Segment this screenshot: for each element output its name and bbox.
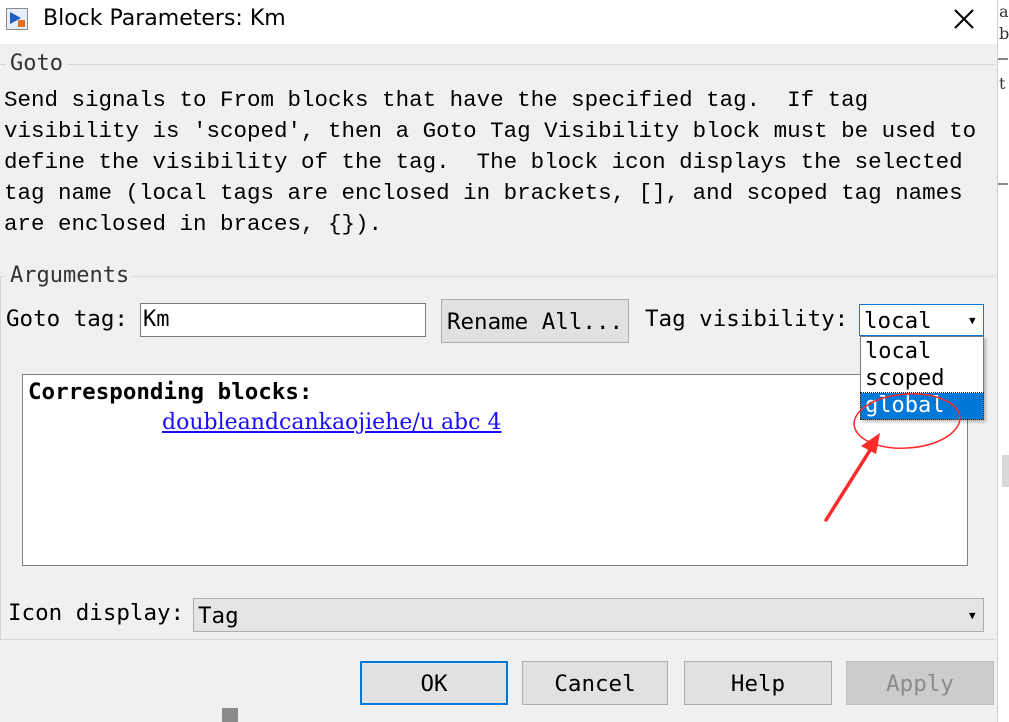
chevron-down-icon[interactable]: ▼	[969, 314, 976, 327]
background-text-fragment: a	[999, 2, 1009, 21]
corresponding-block-link[interactable]: doubleandcankaojiehe/u abc 4	[162, 410, 501, 435]
block-description: Send signals to From blocks that have th…	[4, 87, 977, 237]
help-button[interactable]: Help	[684, 661, 832, 705]
tag-visibility-select[interactable]: local	[859, 304, 984, 336]
icon-display-select[interactable]: Tag	[193, 598, 984, 632]
chevron-down-icon[interactable]: ▼	[969, 609, 976, 622]
window-title: Block Parameters: Km	[43, 6, 286, 31]
corresponding-blocks-box: Corresponding blocks: doubleandcankaojie…	[22, 374, 968, 566]
icon-display-value: Tag	[198, 603, 239, 629]
corresponding-blocks-title: Corresponding blocks:	[28, 379, 313, 405]
title-bar: Block Parameters: Km	[0, 0, 997, 44]
arguments-section-title: Arguments	[6, 263, 134, 288]
background-text-fragment: b	[999, 24, 1009, 43]
close-icon[interactable]	[946, 4, 982, 36]
background-scroll-thumb	[1002, 455, 1009, 487]
background-text-fragment: t	[999, 74, 1006, 93]
tag-visibility-dropdown: local scoped global	[860, 336, 984, 420]
goto-frame-line	[0, 64, 994, 65]
background-marker	[998, 58, 1008, 60]
goto-tag-label: Goto tag:	[6, 306, 128, 332]
cancel-button[interactable]: Cancel	[522, 661, 668, 705]
tag-visibility-value: local	[864, 308, 932, 334]
background-scrollbar-fragment	[222, 708, 238, 722]
ok-button[interactable]: OK	[360, 661, 508, 705]
background-marker	[998, 183, 1008, 185]
goto-section-title: Goto	[6, 51, 67, 76]
simulink-block-icon	[6, 8, 28, 30]
dropdown-option-local[interactable]: local	[861, 339, 983, 365]
dropdown-option-global[interactable]: global	[860, 392, 984, 420]
background-window-strip	[997, 0, 1009, 722]
goto-tag-input[interactable]: Km	[140, 303, 426, 337]
apply-button[interactable]: Apply	[846, 661, 994, 705]
rename-all-button[interactable]: Rename All...	[441, 299, 629, 343]
icon-display-label: Icon display:	[8, 600, 185, 626]
dropdown-option-scoped[interactable]: scoped	[861, 366, 983, 392]
tag-visibility-label: Tag visibility:	[645, 306, 849, 332]
